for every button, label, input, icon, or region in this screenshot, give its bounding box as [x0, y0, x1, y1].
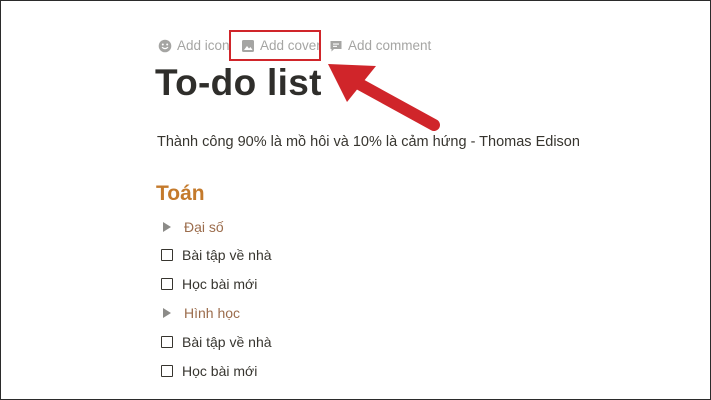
- screenshot-frame: [0, 0, 711, 400]
- toggle-triangle-icon[interactable]: [163, 222, 171, 232]
- notion-page: Add icon Add cover Add comment To-do lis…: [0, 0, 711, 400]
- smiley-icon: [158, 39, 172, 53]
- toggle-label: Đại số: [184, 219, 224, 235]
- toggle-item[interactable]: Hình học: [161, 305, 240, 321]
- toggle-item[interactable]: Đại số: [161, 219, 224, 235]
- add-comment-button[interactable]: Add comment: [329, 38, 431, 53]
- todo-item[interactable]: Bài tập về nhà: [161, 334, 272, 350]
- checkbox[interactable]: [161, 249, 173, 261]
- todo-label: Bài tập về nhà: [182, 247, 272, 263]
- add-icon-button[interactable]: Add icon: [158, 38, 230, 53]
- toggle-triangle-icon[interactable]: [163, 308, 171, 318]
- comment-icon: [329, 39, 343, 53]
- todo-item[interactable]: Bài tập về nhà: [161, 247, 272, 263]
- toggle-label: Hình học: [184, 305, 241, 321]
- section-heading[interactable]: Toán: [156, 182, 205, 206]
- todo-label: Bài tập về nhà: [182, 334, 272, 350]
- checkbox[interactable]: [161, 336, 173, 348]
- todo-item[interactable]: Học bài mới: [161, 363, 257, 379]
- todo-item[interactable]: Học bài mới: [161, 276, 257, 292]
- todo-label: Học bài mới: [182, 363, 258, 379]
- add-cover-highlight-box: [229, 30, 321, 61]
- page-title[interactable]: To-do list: [155, 62, 322, 104]
- todo-label: Học bài mới: [182, 276, 258, 292]
- add-icon-label: Add icon: [177, 38, 230, 53]
- checkbox[interactable]: [161, 365, 173, 377]
- checkbox[interactable]: [161, 278, 173, 290]
- add-comment-label: Add comment: [348, 38, 432, 53]
- quote-text[interactable]: Thành công 90% là mồ hôi và 10% là cảm h…: [157, 134, 580, 150]
